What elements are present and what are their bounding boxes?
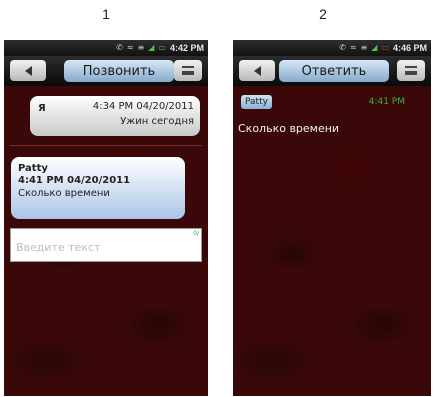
- title-bar: Ответить: [233, 56, 431, 86]
- phone-icon: ✆: [116, 43, 123, 52]
- title-bar: Позвонить: [4, 56, 208, 86]
- sender-chip[interactable]: Patty: [241, 95, 272, 109]
- vibrate-icon: ≡: [360, 43, 368, 52]
- message-text: Сколько времени: [18, 188, 110, 199]
- back-arrow-icon: [253, 65, 261, 76]
- menu-icon: [405, 66, 417, 75]
- message-bubble-incoming[interactable]: Patty 4:41 PM 04/20/2011 Сколько времени: [11, 157, 185, 219]
- message-text: Сколько времени: [238, 122, 340, 135]
- back-button[interactable]: [10, 60, 46, 81]
- status-time: 4:46 PM: [392, 43, 427, 53]
- back-button[interactable]: [239, 60, 275, 81]
- wifi-icon: ≈: [349, 43, 357, 52]
- message-text: Ужин сегодня: [120, 116, 194, 127]
- call-button[interactable]: Позвонить: [64, 60, 174, 82]
- compose-field[interactable]: 0/: [10, 228, 202, 262]
- message-bubble-outgoing[interactable]: Я 4:34 PM 04/20/2011 Ужин сегодня: [30, 96, 200, 136]
- menu-icon: [182, 66, 194, 75]
- divider: [10, 145, 202, 146]
- char-counter: 0/: [193, 230, 199, 237]
- status-bar: ✆ ≈ ≡ ◢ ▭ 4:46 PM: [233, 40, 431, 56]
- message-sender: Patty: [18, 163, 48, 174]
- phone-screen-conversation: ✆ ≈ ≡ ◢ ▭ 4:42 PM Позвонить Я 4:34 PM 04…: [4, 40, 208, 396]
- message-time: 4:41 PM: [368, 97, 405, 107]
- phone-icon: ✆: [339, 43, 346, 52]
- menu-button[interactable]: [174, 60, 202, 81]
- phone-screen-message-view: ✆ ≈ ≡ ◢ ▭ 4:46 PM Ответить Patty 4:41 PM…: [233, 40, 431, 396]
- signal-icon: ◢: [371, 43, 378, 52]
- message-input[interactable]: [11, 229, 201, 261]
- message-timestamp: 4:41 PM 04/20/2011: [18, 175, 131, 186]
- reply-button[interactable]: Ответить: [279, 60, 389, 82]
- status-bar: ✆ ≈ ≡ ◢ ▭ 4:42 PM: [4, 40, 208, 56]
- back-arrow-icon: [24, 65, 32, 76]
- message-sender: Я: [38, 103, 46, 114]
- battery-icon: ▭: [381, 43, 389, 52]
- wifi-icon: ≈: [126, 43, 134, 52]
- screen-caption-2: 2: [319, 6, 327, 22]
- vibrate-icon: ≡: [137, 43, 145, 52]
- signal-icon: ◢: [148, 43, 155, 52]
- screen-caption-1: 1: [102, 6, 110, 22]
- menu-button[interactable]: [397, 60, 425, 81]
- battery-icon: ▭: [158, 43, 166, 52]
- status-time: 4:42 PM: [169, 43, 204, 53]
- message-timestamp: 4:34 PM 04/20/2011: [92, 101, 194, 112]
